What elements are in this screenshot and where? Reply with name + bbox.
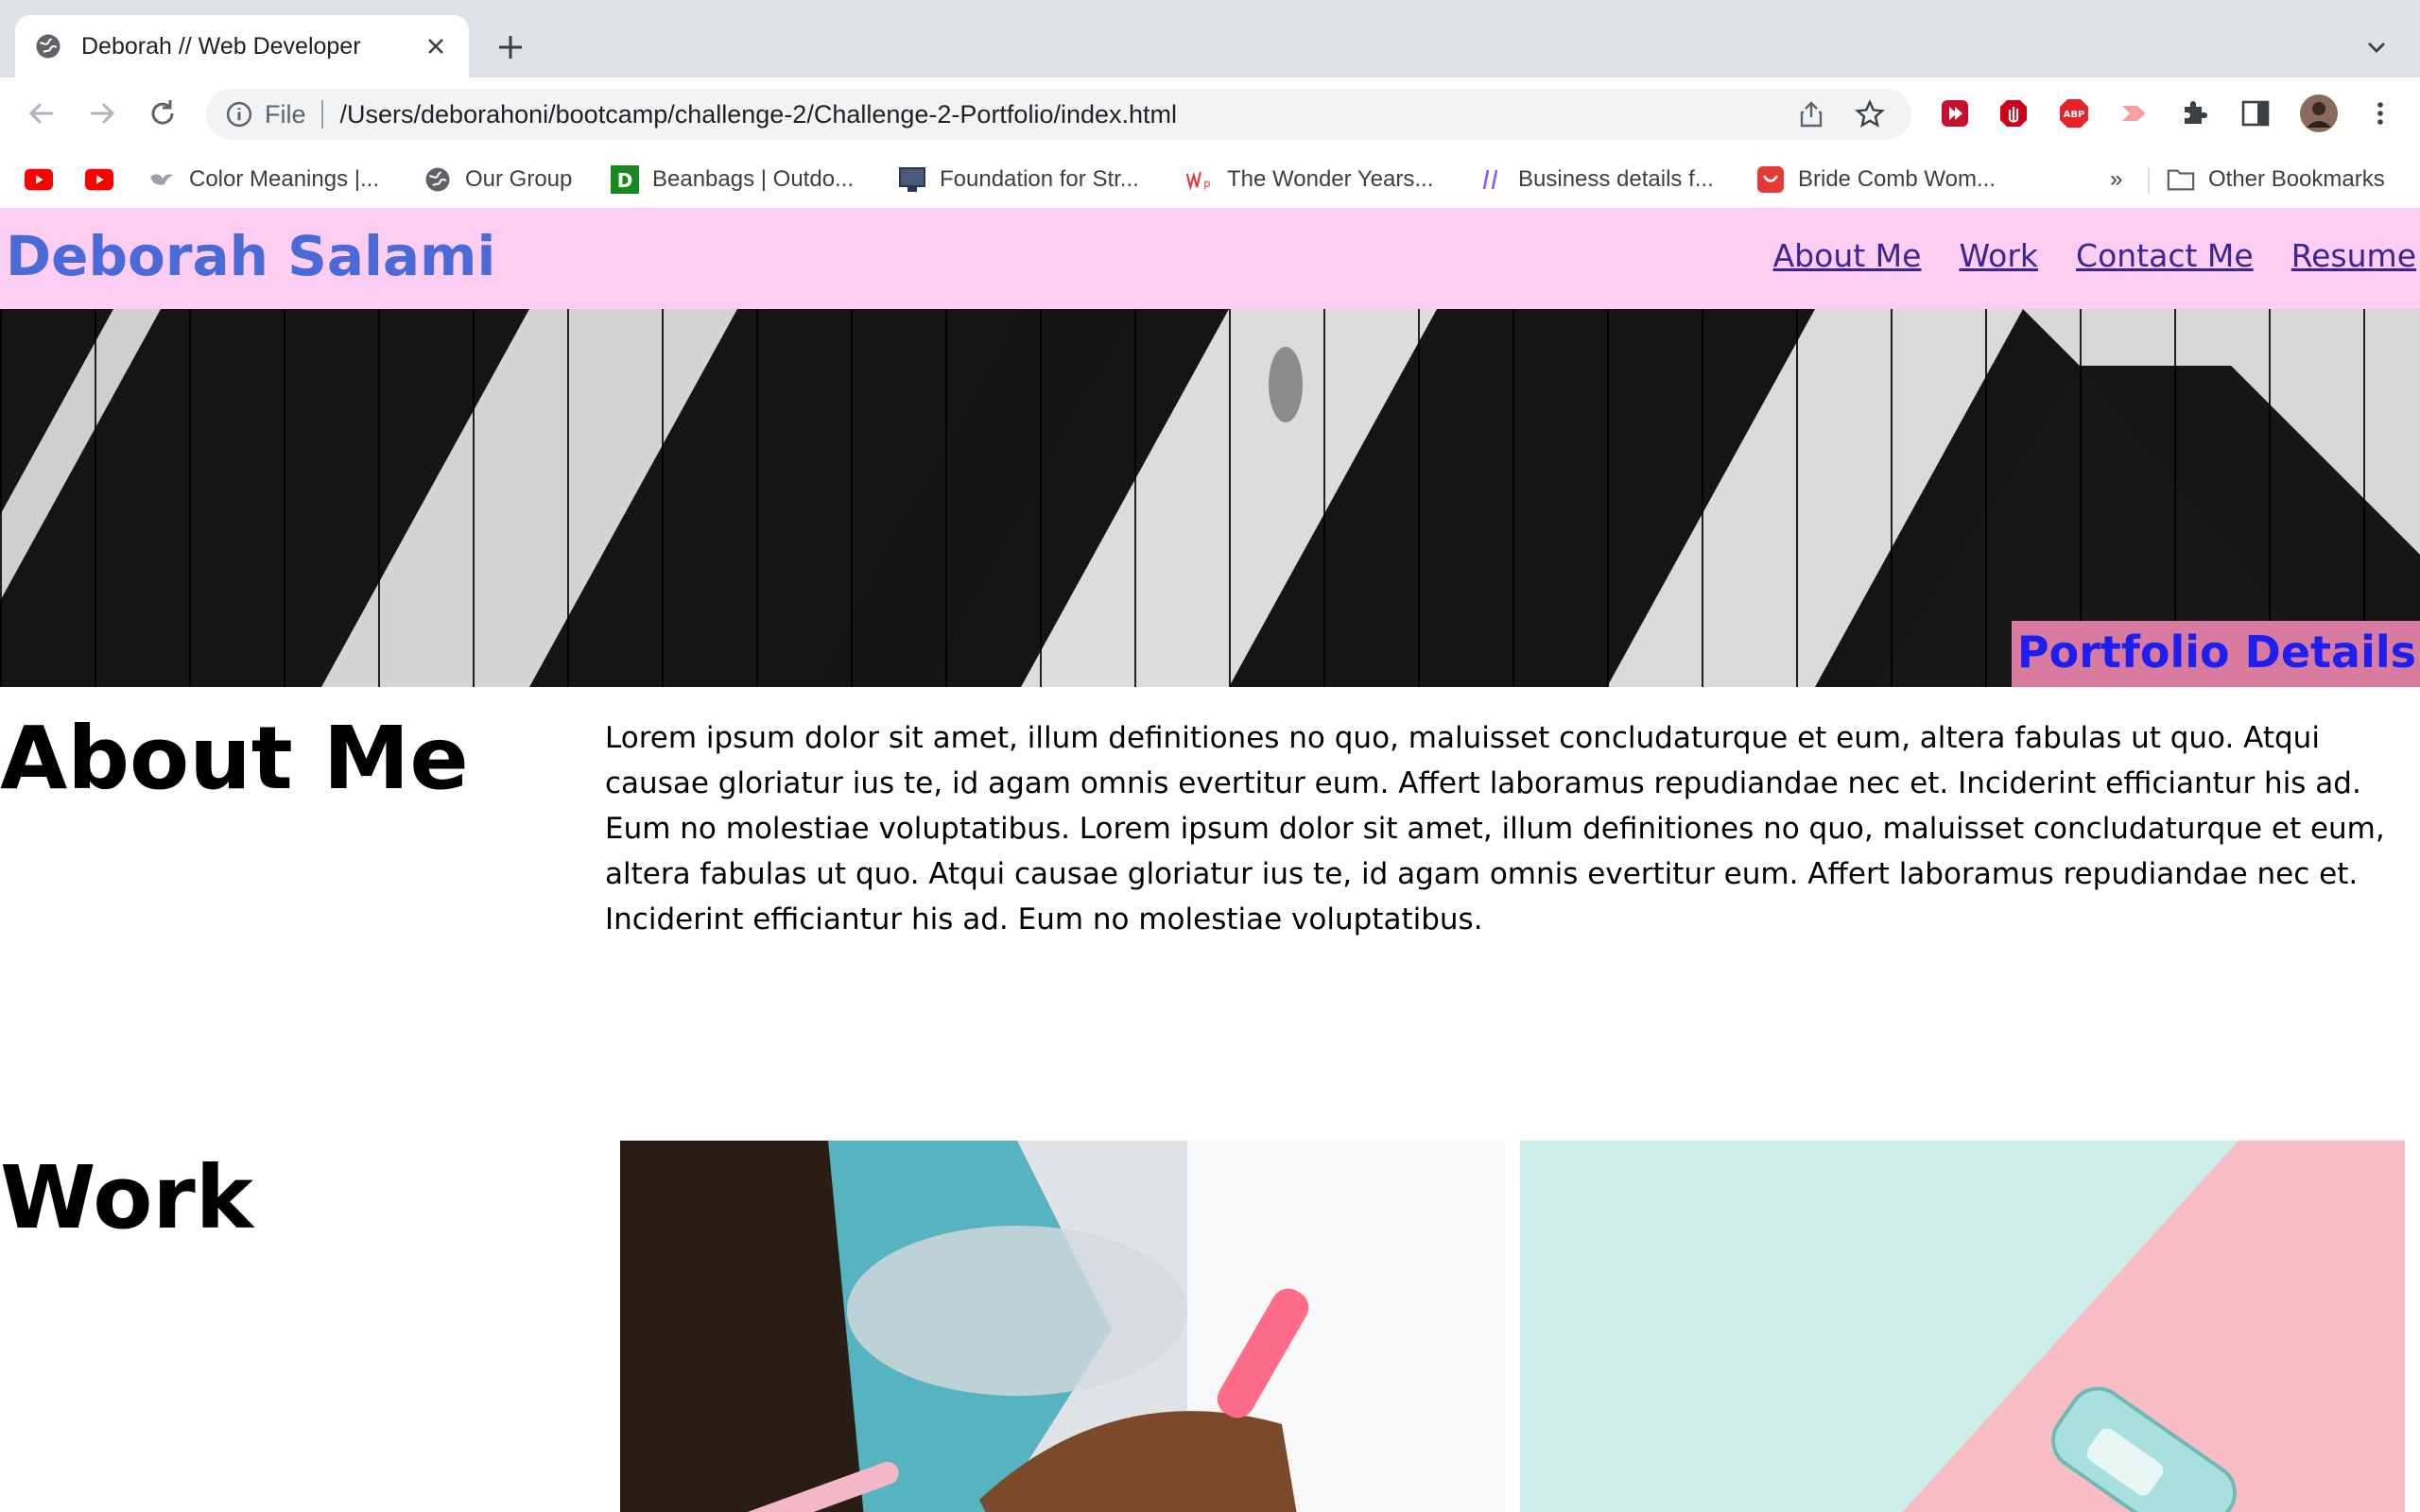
bookmark-item[interactable]: Business details f... <box>1477 160 1714 199</box>
globe-icon <box>424 165 452 194</box>
bird-icon <box>147 165 176 194</box>
nav-link-resume[interactable]: Resume <box>2291 237 2416 274</box>
address-url[interactable]: /Users/deborahoni/bootcamp/challenge-2/C… <box>340 100 1794 129</box>
bookmark-item[interactable] <box>25 160 66 199</box>
back-icon[interactable] <box>21 93 62 134</box>
globe-icon <box>36 34 60 59</box>
extension-hand-icon[interactable] <box>1996 96 2031 130</box>
bookmark-item[interactable]: Foundation for Str... <box>898 160 1139 199</box>
info-icon[interactable] <box>225 100 253 129</box>
work-image-toy-car[interactable] <box>1520 1141 2405 1512</box>
bookmark-item[interactable]: Color Meanings |... <box>147 160 379 199</box>
bookmark-label: The Wonder Years... <box>1227 166 1434 192</box>
nav-link-contact-me[interactable]: Contact Me <box>2076 237 2254 274</box>
extension-video-icon[interactable] <box>1938 96 1972 130</box>
bookmark-label: Beanbags | Outdo... <box>652 166 855 192</box>
bookmark-item[interactable]: Our Group <box>424 160 572 199</box>
chevron-down-icon[interactable] <box>2360 30 2394 64</box>
forward-icon[interactable] <box>81 93 123 134</box>
new-tab-icon[interactable] <box>492 28 529 66</box>
address-scheme: File <box>265 99 306 129</box>
bookmark-item[interactable]: D Beanbags | Outdo... <box>611 160 854 199</box>
bookmarks-divider <box>2148 167 2150 194</box>
youtube-icon <box>25 165 53 194</box>
bookmark-item[interactable]: p The Wonder Years... <box>1185 160 1433 199</box>
browser-tab[interactable]: Deborah // Web Developer <box>15 15 469 77</box>
side-panel-icon[interactable] <box>2238 96 2273 130</box>
monitor-icon <box>898 165 926 194</box>
bookmark-star-icon[interactable] <box>1853 97 1887 131</box>
svg-text:D: D <box>617 169 633 192</box>
web-page: Deborah Salami About Me Work Contact Me … <box>0 209 2420 1512</box>
other-bookmarks-label: Other Bookmarks <box>2208 166 2385 192</box>
about-me-heading: About Me <box>0 708 469 809</box>
work-image-lipstick[interactable] <box>620 1141 1505 1512</box>
nav-link-work[interactable]: Work <box>1959 237 2038 274</box>
address-divider <box>320 100 323 129</box>
portfolio-details-badge: Portfolio Details <box>2011 621 2420 687</box>
folder-icon <box>2167 165 2195 194</box>
bookmark-item[interactable] <box>85 160 127 199</box>
share-icon[interactable] <box>1794 97 1828 131</box>
work-heading: Work <box>0 1147 253 1248</box>
bookmark-item[interactable]: Bride Comb Wom... <box>1756 160 1996 199</box>
hash-icon <box>1477 165 1505 194</box>
other-bookmarks-button[interactable]: Other Bookmarks <box>2167 160 2385 199</box>
site-title: Deborah Salami <box>6 224 496 288</box>
extension-arrow-icon[interactable] <box>2118 96 2152 130</box>
tab-strip: Deborah // Web Developer <box>0 0 2420 77</box>
profile-avatar[interactable] <box>2299 94 2339 133</box>
about-me-text: Lorem ipsum dolor sit amet, illum defini… <box>605 721 2385 936</box>
menu-kebab-icon[interactable] <box>2363 96 2397 130</box>
bookmark-label: Business details f... <box>1518 166 1714 192</box>
bookmarks-bar: Color Meanings |... Our Group D Beanbags… <box>0 150 2420 209</box>
shop-icon <box>1756 165 1785 194</box>
bookmarks-overflow-label: » <box>2110 166 2123 192</box>
bookmark-label: Our Group <box>465 166 573 192</box>
hero-banner: Portfolio Details <box>0 309 2420 687</box>
svg-text:p: p <box>1203 177 1210 190</box>
extensions-puzzle-icon[interactable] <box>2178 96 2212 130</box>
bookmark-label: Color Meanings |... <box>189 166 379 192</box>
site-header: Deborah Salami About Me Work Contact Me … <box>0 209 2420 309</box>
reload-icon[interactable] <box>142 93 183 134</box>
d-logo-icon: D <box>611 165 639 194</box>
browser-toolbar: File /Users/deborahoni/bootcamp/challeng… <box>0 77 2420 150</box>
adblock-icon[interactable]: ABP <box>2057 96 2091 130</box>
bookmark-label: Foundation for Str... <box>940 166 1139 192</box>
tab-title: Deborah // Web Developer <box>81 32 361 60</box>
address-bar[interactable]: File /Users/deborahoni/bootcamp/challeng… <box>206 89 1911 140</box>
svg-text:ABP: ABP <box>2064 110 2085 120</box>
bookmarks-overflow-button[interactable]: » <box>2110 160 2122 199</box>
youtube-icon <box>85 165 113 194</box>
site-nav: About Me Work Contact Me Resume <box>1773 237 2416 274</box>
close-tab-icon[interactable] <box>422 32 450 60</box>
bookmark-label: Bride Comb Wom... <box>1798 166 1996 192</box>
nav-link-about-me[interactable]: About Me <box>1773 237 1922 274</box>
wp-logo-icon: p <box>1185 165 1214 194</box>
